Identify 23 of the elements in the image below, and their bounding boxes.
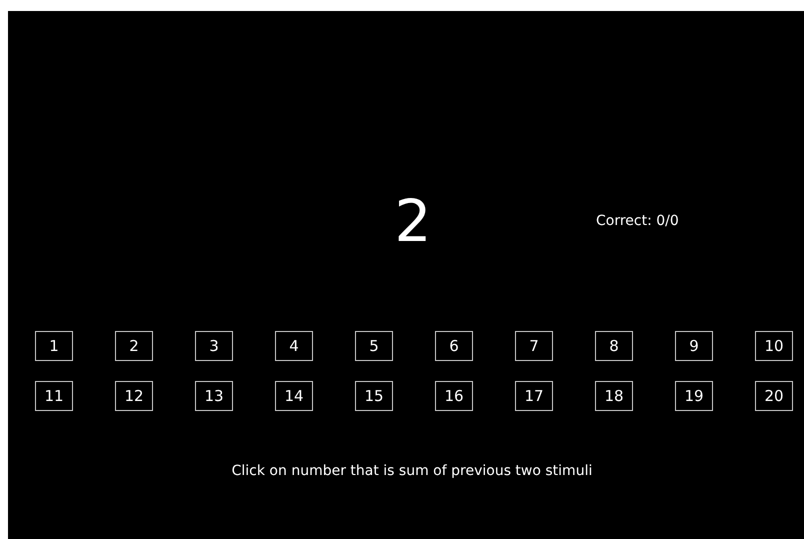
score-text: Correct: 0/0 [595, 213, 680, 229]
number-button[interactable]: 19 [675, 381, 713, 411]
number-button[interactable]: 5 [355, 331, 393, 361]
number-button[interactable]: 7 [515, 331, 553, 361]
number-button[interactable]: 17 [515, 381, 553, 411]
number-button[interactable]: 18 [595, 381, 633, 411]
number-button[interactable]: 15 [355, 381, 393, 411]
number-button[interactable]: 6 [435, 331, 473, 361]
number-button[interactable]: 11 [35, 381, 73, 411]
number-button[interactable]: 20 [755, 381, 793, 411]
number-button[interactable]: 4 [275, 331, 313, 361]
number-button[interactable]: 3 [195, 331, 233, 361]
number-button[interactable]: 2 [115, 331, 153, 361]
number-button[interactable]: 16 [435, 381, 473, 411]
number-button[interactable]: 8 [595, 331, 633, 361]
number-button[interactable]: 1 [35, 331, 73, 361]
number-button[interactable]: 10 [755, 331, 793, 361]
number-button[interactable]: 12 [115, 381, 153, 411]
instruction-text: Click on number that is sum of previous two stimuli [230, 463, 594, 479]
number-button[interactable]: 9 [675, 331, 713, 361]
number-button[interactable]: 14 [275, 381, 313, 411]
number-button[interactable]: 13 [195, 381, 233, 411]
stimulus-number: 2 [394, 186, 432, 256]
